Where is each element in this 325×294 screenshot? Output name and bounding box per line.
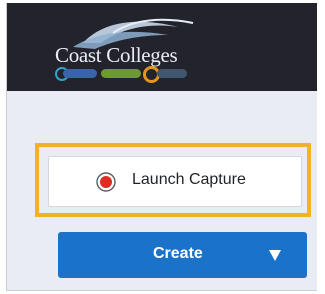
create-label: Create [153, 245, 203, 262]
college-badge-blue [63, 69, 97, 78]
logo-text: Coast Colleges [55, 43, 178, 67]
record-icon [96, 172, 116, 192]
create-button[interactable]: Create [58, 232, 307, 278]
launch-capture-button[interactable]: Launch Capture [48, 156, 302, 207]
college-badge-gray [157, 69, 187, 78]
sidebar-header: Coast Colleges [7, 3, 317, 91]
triangle-down-icon[interactable] [268, 248, 282, 262]
coast-colleges-logo[interactable]: Coast Colleges [43, 13, 213, 83]
launch-capture-label: Launch Capture [132, 171, 246, 188]
college-badges [55, 66, 205, 83]
college-badge-green [101, 69, 141, 78]
screenshot-frame: Coast Colleges Launch Capture Create [0, 0, 325, 294]
